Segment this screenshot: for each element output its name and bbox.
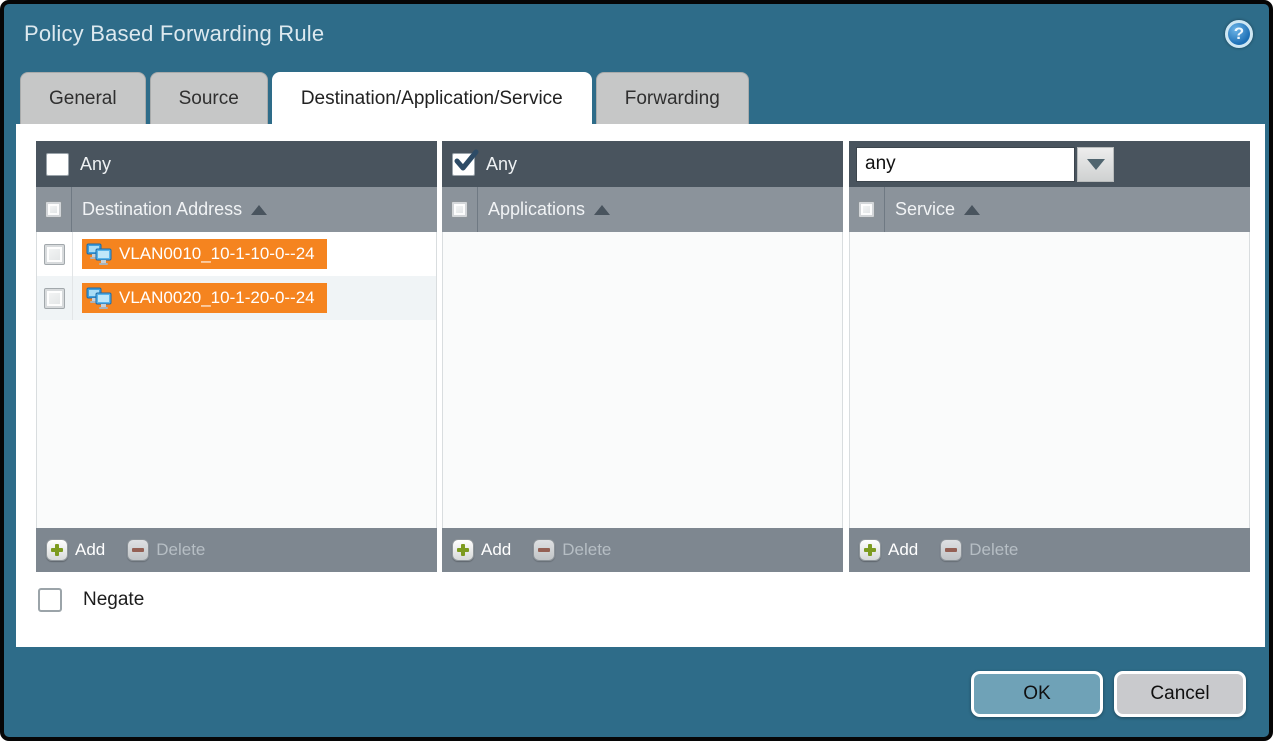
negate-row: Negate	[38, 588, 144, 612]
service-footer: Add Delete	[849, 528, 1250, 572]
service-dropdown	[856, 147, 1114, 182]
service-list	[849, 232, 1250, 528]
destination-any-checkbox[interactable]	[46, 153, 69, 176]
destination-address-list: VLAN0010_10-1-10-0--24	[36, 232, 437, 528]
ok-button[interactable]: OK	[971, 671, 1103, 717]
add-label: Add	[481, 540, 511, 560]
delete-minus-icon	[533, 539, 555, 561]
table-row[interactable]: VLAN0020_10-1-20-0--24	[37, 276, 436, 320]
applications-any-label: Any	[486, 154, 517, 175]
row-checkbox[interactable]	[44, 244, 65, 265]
applications-list	[442, 232, 843, 528]
negate-checkbox[interactable]	[38, 588, 62, 612]
destination-address-column: Any Destination Address	[36, 141, 437, 572]
applications-selectall-cell	[442, 187, 478, 232]
dialog-title: Policy Based Forwarding Rule	[24, 21, 324, 47]
delete-label: Delete	[562, 540, 611, 560]
tab-bar: General Source Destination/Application/S…	[20, 72, 749, 124]
pbf-rule-dialog: Policy Based Forwarding Rule ? General S…	[0, 0, 1273, 741]
row-checkbox-cell	[37, 232, 73, 276]
destination-selectall-cell	[36, 187, 72, 232]
service-column: Service Add Delete	[849, 141, 1250, 572]
tab-destination-application-service[interactable]: Destination/Application/Service	[272, 72, 592, 124]
delete-button[interactable]: Delete	[940, 539, 1018, 561]
applications-footer: Add Delete	[442, 528, 843, 572]
destination-selectall-checkbox[interactable]	[45, 201, 62, 218]
add-button[interactable]: Add	[452, 539, 511, 561]
checkmark-icon	[452, 148, 480, 176]
row-checkbox[interactable]	[44, 288, 65, 309]
row-checkbox-cell	[37, 276, 73, 320]
add-button[interactable]: Add	[859, 539, 918, 561]
applications-header[interactable]: Applications	[442, 187, 843, 232]
help-icon[interactable]: ?	[1225, 20, 1253, 48]
address-object-label: VLAN0020_10-1-20-0--24	[119, 288, 315, 308]
add-plus-icon	[859, 539, 881, 561]
cancel-button[interactable]: Cancel	[1114, 671, 1246, 717]
address-object-label: VLAN0010_10-1-10-0--24	[119, 244, 315, 264]
table-row[interactable]: VLAN0010_10-1-10-0--24	[37, 232, 436, 276]
sort-ascending-icon	[594, 205, 610, 215]
destination-any-label: Any	[80, 154, 111, 175]
network-address-icon	[86, 243, 112, 265]
applications-column: Any Applications Add	[442, 141, 843, 572]
service-header-label: Service	[895, 199, 955, 220]
service-dropdown-input[interactable]	[856, 147, 1075, 182]
delete-label: Delete	[969, 540, 1018, 560]
destination-any-bar: Any	[36, 141, 437, 187]
tab-forwarding[interactable]: Forwarding	[596, 72, 749, 124]
applications-header-label: Applications	[488, 199, 585, 220]
screen: Policy Based Forwarding Rule ? General S…	[0, 0, 1273, 741]
destination-footer: Add Delete	[36, 528, 437, 572]
destination-address-header[interactable]: Destination Address	[36, 187, 437, 232]
service-selectall-checkbox[interactable]	[858, 201, 875, 218]
address-object-chip[interactable]: VLAN0010_10-1-10-0--24	[82, 239, 327, 269]
service-dropdown-bar	[849, 141, 1250, 187]
applications-any-checkbox[interactable]	[452, 153, 475, 176]
service-selectall-cell	[849, 187, 885, 232]
sort-ascending-icon	[251, 205, 267, 215]
applications-any-bar: Any	[442, 141, 843, 187]
add-label: Add	[888, 540, 918, 560]
delete-button[interactable]: Delete	[127, 539, 205, 561]
delete-label: Delete	[156, 540, 205, 560]
delete-minus-icon	[940, 539, 962, 561]
chevron-down-icon	[1087, 159, 1105, 170]
negate-label: Negate	[83, 589, 144, 611]
content-panel: Any Destination Address	[16, 124, 1265, 647]
service-header[interactable]: Service	[849, 187, 1250, 232]
applications-selectall-checkbox[interactable]	[451, 201, 468, 218]
network-address-icon	[86, 287, 112, 309]
delete-minus-icon	[127, 539, 149, 561]
add-plus-icon	[452, 539, 474, 561]
destination-header-label: Destination Address	[82, 199, 242, 220]
add-button[interactable]: Add	[46, 539, 105, 561]
add-label: Add	[75, 540, 105, 560]
tab-general[interactable]: General	[20, 72, 146, 124]
add-plus-icon	[46, 539, 68, 561]
tab-source[interactable]: Source	[150, 72, 268, 124]
sort-ascending-icon	[964, 205, 980, 215]
address-object-chip[interactable]: VLAN0020_10-1-20-0--24	[82, 283, 327, 313]
delete-button[interactable]: Delete	[533, 539, 611, 561]
service-dropdown-button[interactable]	[1077, 147, 1114, 182]
